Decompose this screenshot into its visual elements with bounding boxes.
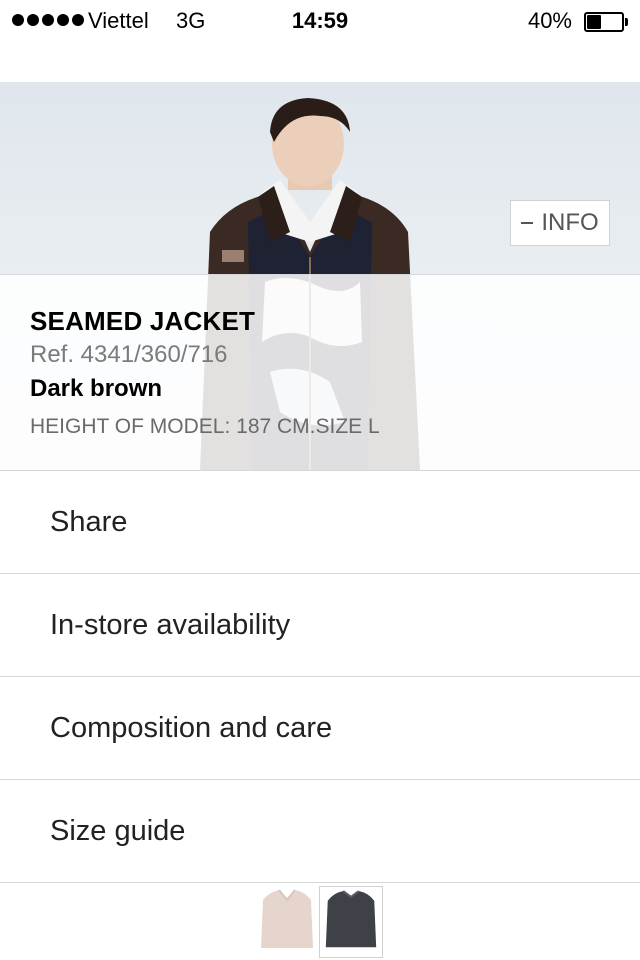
status-bar: Viettel 3G 14:59 40% bbox=[0, 0, 640, 40]
in-store-availability-menu-item[interactable]: In-store availability bbox=[0, 574, 640, 677]
image-thumbnail-strip bbox=[0, 886, 640, 960]
battery-icon bbox=[584, 12, 628, 32]
composition-and-care-menu-item[interactable]: Composition and care bbox=[0, 677, 640, 780]
model-height-info: HEIGHT OF MODEL: 187 CM.SIZE L bbox=[30, 415, 380, 438]
info-button-label: INFO bbox=[541, 209, 599, 236]
battery-percent: 40% bbox=[527, 8, 572, 33]
product-color: Dark brown bbox=[30, 375, 163, 402]
product-hero-image: INFO SEAMED JACKET Ref. 4341/360/716 Dar… bbox=[0, 82, 640, 470]
product-title: SEAMED JACKET bbox=[30, 306, 256, 336]
share-menu-item[interactable]: Share bbox=[0, 471, 640, 574]
minus-icon bbox=[521, 222, 534, 224]
product-reference: Ref. 4341/360/716 bbox=[30, 341, 228, 368]
jacket-back-thumbnail[interactable] bbox=[319, 886, 383, 958]
product-options-menu: Share In-store availability Composition … bbox=[0, 470, 640, 883]
jacket-front-thumbnail[interactable] bbox=[255, 886, 319, 958]
toggle-info-button[interactable]: INFO bbox=[510, 200, 610, 246]
product-details: SEAMED JACKET Ref. 4341/360/716 Dark bro… bbox=[30, 304, 610, 442]
size-guide-menu-item[interactable]: Size guide bbox=[0, 780, 640, 883]
